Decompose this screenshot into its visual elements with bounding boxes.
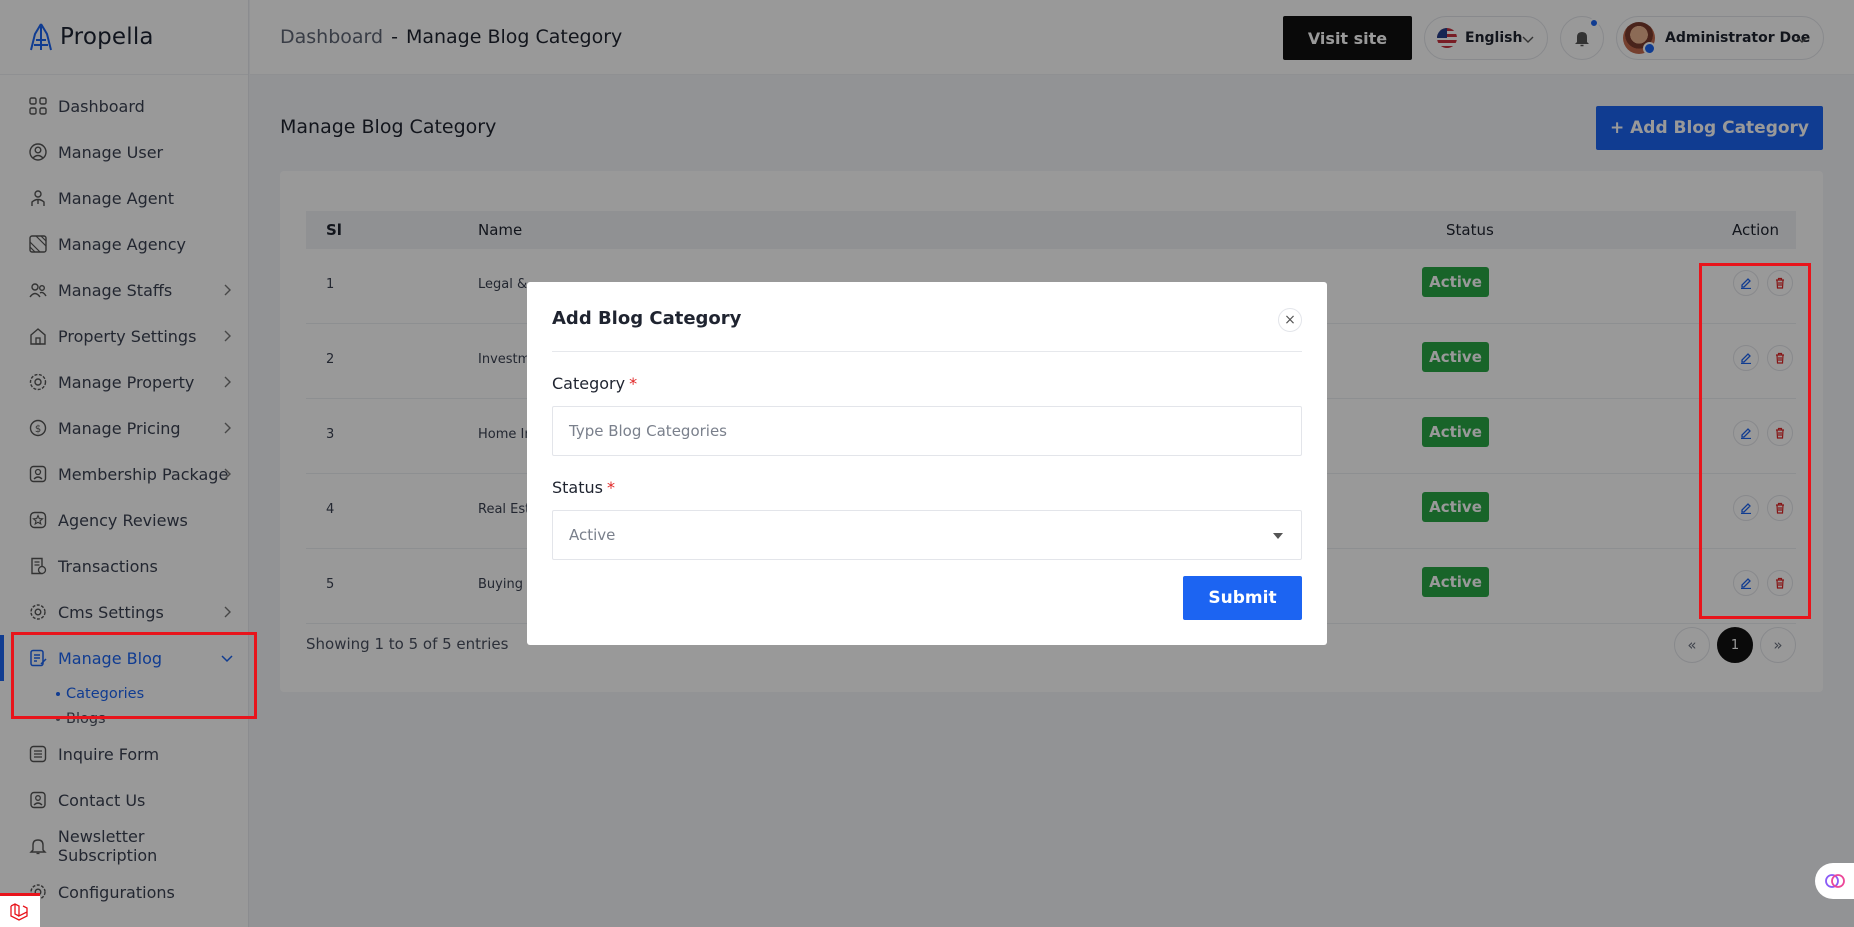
required-mark: * [629,374,638,393]
highlight-box-blog-menu [11,632,257,719]
close-button[interactable]: × [1278,308,1302,332]
category-label: Category * [552,374,637,393]
category-label-text: Category [552,374,626,393]
status-select-value: Active [569,526,616,544]
category-placeholder: Type Blog Categories [569,422,727,440]
assistant-brain-icon[interactable] [1815,863,1854,899]
required-mark: * [606,478,615,497]
modal-title: Add Blog Category [552,308,742,329]
dropdown-caret-icon [1273,533,1283,539]
modal-divider [552,351,1302,352]
submit-button[interactable]: Submit [1183,576,1302,620]
status-select[interactable]: Active [552,510,1302,560]
category-input[interactable]: Type Blog Categories [552,406,1302,456]
status-label-text: Status [552,478,603,497]
highlight-box-actions [1699,263,1811,619]
status-label: Status * [552,478,615,497]
add-blog-category-modal: Add Blog Category × Category * Type Blog … [527,282,1327,645]
laravel-icon[interactable] [0,893,40,927]
